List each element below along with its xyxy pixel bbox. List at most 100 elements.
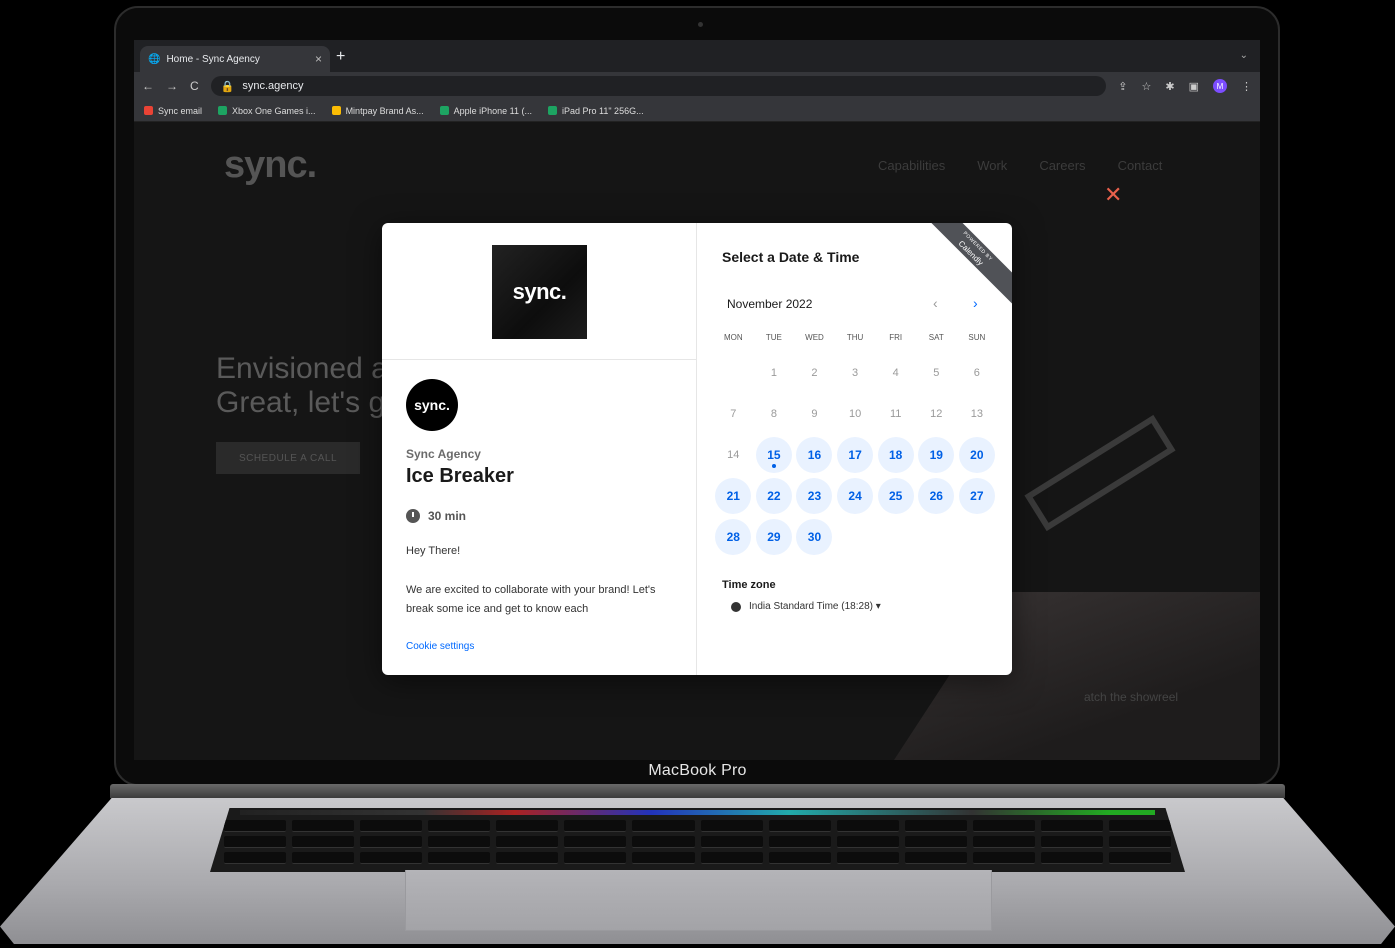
calendar-day[interactable]: 18 [875,434,916,475]
day-number: 9 [811,407,818,420]
calendar-day: 6 [957,352,998,393]
weekday-label: TUE [765,333,782,342]
prev-month-button[interactable]: ‹ [933,295,938,311]
day-number: 24 [837,477,874,514]
calendar-day[interactable]: 19 [916,434,957,475]
star-icon[interactable]: ☆ [1142,80,1152,93]
new-tab-button[interactable]: + [336,48,345,66]
bookmark-icon [218,106,228,115]
key [224,836,287,848]
share-icon[interactable]: ⇪ [1118,80,1127,93]
bookmark-xbox[interactable]: Xbox One Games i... [218,106,316,116]
bookmark-sync-email[interactable]: Sync email [144,106,202,116]
calendar-day: 7 [713,393,754,434]
menu-icon[interactable]: ⋮ [1241,80,1252,93]
bookmark-ipad[interactable]: iPad Pro 11" 256G... [548,106,644,116]
calendar-day[interactable]: 17 [835,434,876,475]
timezone-label: Time zone [722,579,776,591]
calendar-day[interactable]: 25 [875,475,916,516]
calendar-day[interactable]: 27 [957,475,998,516]
day-number: 13 [970,407,983,420]
key [564,820,627,832]
extensions-icon[interactable]: ✱ [1165,80,1174,93]
hinge [110,784,1285,798]
next-month-button[interactable]: › [973,295,978,311]
key [224,852,287,864]
key [768,836,831,848]
showreel-link[interactable]: atch the showreel [1084,690,1178,704]
close-popup-icon[interactable]: ✕ [1104,182,1122,208]
calendar-grid: 1 2 3 4 5 6 7 8 9 10 11 12 13 14 15 16 17 18 19 20 21 22 23 24 2… [713,352,997,557]
calendar-day: 8 [754,393,795,434]
key [496,852,559,864]
day-number: 15 [755,436,792,473]
calendar-day[interactable]: 28 [713,516,754,557]
website: sync. Capabilities Work Careers Contact … [134,122,1260,760]
calendar-day[interactable]: 23 [794,475,835,516]
calendar-day[interactable]: 30 [794,516,835,557]
key [1040,820,1104,832]
brand-logo: sync. [492,245,587,339]
key [700,820,763,832]
cookie-settings-link[interactable]: Cookie settings [406,641,474,652]
calendar-day[interactable]: 15 [754,434,795,475]
key [292,836,355,848]
calendar-day[interactable]: 21 [713,475,754,516]
key [360,852,423,864]
calendar-day: 1 [754,352,795,393]
calendar-day[interactable]: 26 [916,475,957,516]
back-icon[interactable]: ← [142,79,154,93]
profile-avatar[interactable]: M [1213,79,1227,93]
powered-by-calendly-badge[interactable]: POWERED BY Calendly [916,223,1012,308]
clock-icon [406,509,420,523]
key [632,836,695,848]
bookmark-iphone[interactable]: Apple iPhone 11 (... [439,106,532,116]
url-text: sync.agency [242,80,304,92]
calendar-day[interactable]: 20 [957,434,998,475]
key [904,820,967,832]
calendar-day[interactable]: 29 [754,516,795,557]
calendar-day[interactable]: 16 [794,434,835,475]
nav-work[interactable]: Work [977,158,1007,173]
day-number: 30 [796,518,833,555]
day-number: 14 [727,448,740,461]
calendar-day: 10 [835,393,876,434]
key [768,820,831,832]
tab-bar: 🌐 Home - Sync Agency × + ⌄ [134,40,1260,72]
nav-capabilities[interactable]: Capabilities [878,158,945,173]
key [836,820,899,832]
weekday-label: WED [805,333,824,342]
key [1109,820,1172,832]
forward-icon[interactable]: → [166,79,178,93]
close-tab-button[interactable]: × [315,52,322,66]
key [1040,852,1104,864]
day-number: 29 [755,518,792,555]
key [428,852,491,864]
browser-tab[interactable]: 🌐 Home - Sync Agency × [140,46,330,72]
key [904,836,967,848]
globe-icon: 🌐 [148,53,161,65]
calendly-modal: sync. sync. Sync Agency Ice Breaker 30 m… [382,223,1012,675]
reload-icon[interactable]: C [190,79,199,93]
site-logo[interactable]: sync. [224,144,317,187]
key [972,820,1035,832]
key [700,852,763,864]
nav-careers[interactable]: Careers [1039,158,1085,173]
timezone-select[interactable]: India Standard Time (18:28) ▾ [731,601,881,612]
key [1109,836,1172,848]
touch-bar [240,810,1155,815]
key [360,820,423,832]
day-number [715,355,751,391]
sidepanel-icon[interactable]: ▣ [1189,80,1199,93]
nav-contact[interactable]: Contact [1118,158,1163,173]
lock-icon: 🔒 [220,80,235,93]
calendar-day[interactable]: 22 [754,475,795,516]
key [496,820,559,832]
address-toolbar: ← → C 🔒 sync.agency ⇪ ☆ ✱ ▣ M ⋮ [134,72,1260,100]
bookmark-mintpay[interactable]: Mintpay Brand As... [331,106,424,116]
schedule-call-button[interactable]: SCHEDULE A CALL [216,442,360,474]
tab-search-button[interactable]: ⌄ [1240,50,1248,61]
calendar-day[interactable]: 24 [835,475,876,516]
address-bar[interactable]: 🔒 sync.agency [210,76,1107,96]
weekday-label: FRI [889,333,903,342]
